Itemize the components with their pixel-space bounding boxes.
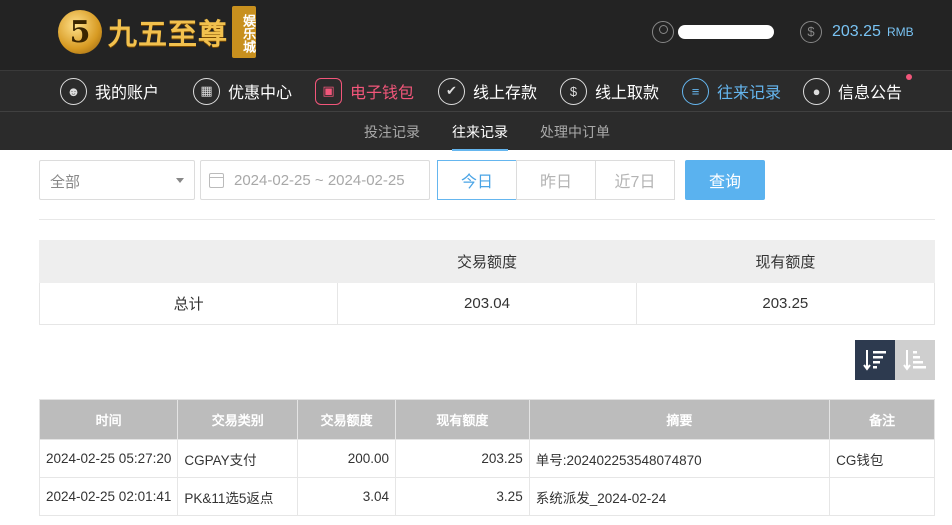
select-value: 全部 bbox=[50, 174, 81, 191]
yesterday-button[interactable]: 昨日 bbox=[516, 160, 596, 200]
user-icon: ☻ bbox=[60, 77, 87, 105]
main-nav: ☻ 我的账户 ▦ 优惠中心 ▣ 电子钱包 ✔ 线上存款 $ 线上取款 ≡ 往来记… bbox=[0, 70, 952, 111]
tab-pending-orders[interactable]: 处理中订单 bbox=[540, 122, 610, 142]
tab-bet-records[interactable]: 投注记录 bbox=[364, 122, 420, 142]
calendar-icon bbox=[209, 172, 224, 188]
user-icon bbox=[652, 21, 674, 43]
cell-time: 2024-02-25 02:01:41 bbox=[38, 477, 179, 516]
nav-label: 我的账户 bbox=[95, 85, 160, 102]
cell-balance: 203.25 bbox=[395, 439, 530, 478]
withdraw-icon: $ bbox=[560, 77, 587, 105]
sort-descending-button[interactable] bbox=[855, 340, 895, 380]
sub-nav: 投注记录 往来记录 处理中订单 bbox=[0, 111, 952, 151]
cell-time: 2024-02-25 05:27:20 bbox=[38, 439, 179, 478]
summary-current-balance: 203.25 bbox=[635, 282, 936, 325]
top-header: 5 九五至尊 娱乐城 $ 203.25 RMB bbox=[0, 0, 952, 70]
col-header-type[interactable]: 交易类别 bbox=[177, 399, 299, 440]
dollar-icon: $ bbox=[800, 21, 822, 43]
summary-total-amount: 203.04 bbox=[337, 282, 637, 325]
summary-header-cell: 交易额度 bbox=[337, 240, 637, 283]
date-range-picker[interactable]: 2024-02-25 ~ 2024-02-25 bbox=[200, 160, 430, 200]
username-redacted bbox=[678, 25, 774, 39]
nav-e-wallet[interactable]: ▣ 电子钱包 bbox=[315, 76, 414, 106]
col-header-time[interactable]: 时间 bbox=[38, 399, 179, 440]
col-header-balance[interactable]: 现有额度 bbox=[395, 399, 530, 440]
table-row[interactable]: 2024-02-25 05:27:20 CGPAY支付 200.00 203.2… bbox=[38, 439, 935, 478]
balance-display: $ 203.25 RMB bbox=[800, 21, 914, 43]
balance-amount: 203.25 bbox=[832, 23, 881, 40]
balance-unit: RMB bbox=[886, 25, 914, 39]
logo-text: 九五至尊 bbox=[108, 17, 229, 51]
transaction-type-select[interactable]: 全部 bbox=[39, 160, 195, 200]
tab-transaction-records[interactable]: 往来记录 bbox=[452, 122, 508, 142]
nav-online-withdraw[interactable]: $ 线上取款 bbox=[560, 76, 659, 106]
wallet-icon: ▣ bbox=[315, 77, 342, 105]
summary-table: 交易额度 现有额度 总计 203.04 203.25 bbox=[38, 240, 936, 325]
summary-total-row: 总计 203.04 203.25 bbox=[38, 282, 936, 325]
date-range-value: 2024-02-25 ~ 2024-02-25 bbox=[234, 171, 405, 189]
logo-badge: 5 bbox=[58, 10, 102, 54]
nav-transaction-records[interactable]: ≡ 往来记录 bbox=[682, 76, 781, 106]
nav-label: 电子钱包 bbox=[350, 85, 415, 102]
divider bbox=[39, 219, 935, 220]
user-info[interactable] bbox=[652, 21, 774, 43]
col-header-remark[interactable]: 备注 bbox=[829, 399, 935, 440]
query-button[interactable]: 查询 bbox=[685, 160, 765, 200]
cell-type: PK&11选5返点 bbox=[177, 477, 299, 516]
cell-remark: CG钱包 bbox=[829, 439, 935, 478]
logo-subtitle: 娱乐城 bbox=[232, 6, 257, 58]
nav-label: 线上存款 bbox=[473, 85, 538, 102]
records-icon: ≡ bbox=[682, 77, 709, 105]
nav-promotions[interactable]: ▦ 优惠中心 bbox=[193, 76, 292, 106]
nav-label: 信息公告 bbox=[838, 85, 903, 102]
site-logo[interactable]: 5 九五至尊 娱乐城 bbox=[58, 6, 257, 58]
sort-descending-icon bbox=[863, 350, 886, 371]
nav-my-account[interactable]: ☻ 我的账户 bbox=[60, 76, 159, 106]
last-7-days-button[interactable]: 近7日 bbox=[595, 160, 675, 200]
deposit-icon: ✔ bbox=[438, 77, 465, 105]
nav-label: 线上取款 bbox=[595, 85, 660, 102]
cell-summary: 系统派发_2024-02-24 bbox=[528, 477, 831, 516]
col-header-amount[interactable]: 交易额度 bbox=[297, 399, 397, 440]
cell-balance: 3.25 bbox=[395, 477, 530, 516]
notification-dot bbox=[906, 74, 913, 80]
nav-announcements[interactable]: ● 信息公告 bbox=[803, 74, 913, 106]
today-button[interactable]: 今日 bbox=[437, 160, 517, 200]
summary-header-cell: 现有额度 bbox=[635, 240, 936, 283]
sort-ascending-icon bbox=[903, 350, 926, 371]
records-header-row: 时间 交易类别 交易额度 现有额度 摘要 备注 bbox=[38, 399, 935, 440]
nav-label: 优惠中心 bbox=[228, 85, 293, 102]
col-header-summary[interactable]: 摘要 bbox=[528, 399, 831, 440]
bell-icon: ● bbox=[803, 77, 830, 105]
nav-label: 往来记录 bbox=[717, 85, 782, 102]
gift-icon: ▦ bbox=[193, 77, 220, 105]
records-table: 时间 交易类别 交易额度 现有额度 摘要 备注 2024-02-25 05:27… bbox=[38, 399, 935, 516]
table-row[interactable]: 2024-02-25 02:01:41 PK&11选5返点 3.04 3.25 … bbox=[38, 477, 935, 516]
cell-remark bbox=[829, 477, 935, 516]
cell-amount: 3.04 bbox=[297, 477, 397, 516]
nav-online-deposit[interactable]: ✔ 线上存款 bbox=[438, 76, 537, 106]
summary-header-cell bbox=[38, 240, 339, 283]
cell-amount: 200.00 bbox=[297, 439, 397, 478]
cell-summary: 单号:202402253548074870 bbox=[528, 439, 831, 478]
active-tab-indicator bbox=[452, 149, 508, 151]
caret-down-icon bbox=[176, 178, 184, 183]
sort-ascending-button[interactable] bbox=[895, 340, 935, 380]
summary-total-label: 总计 bbox=[38, 282, 339, 325]
cell-type: CGPAY支付 bbox=[177, 439, 299, 478]
summary-header-row: 交易额度 现有额度 bbox=[38, 240, 936, 283]
